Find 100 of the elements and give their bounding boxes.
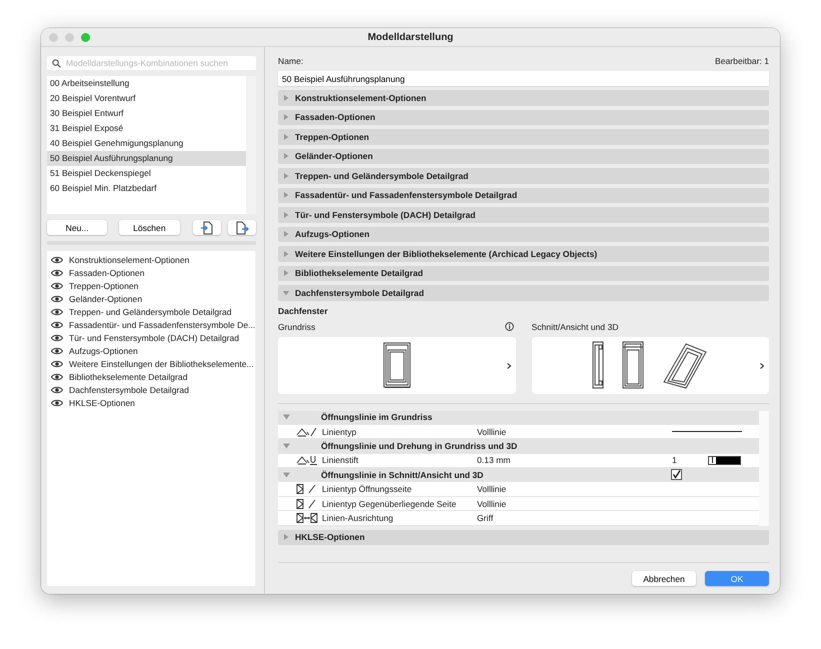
expand-triangle-icon [283, 172, 289, 179]
line-type-preview [672, 431, 742, 432]
pen-swatch[interactable] [708, 456, 741, 465]
option-set-item[interactable]: Dachfenstersymbole Detailgrad [69, 384, 189, 394]
plan-preview-panel[interactable] [278, 336, 516, 394]
option-set-item[interactable]: Fassaden-Optionen [69, 268, 144, 278]
combination-item[interactable]: 51 Beispiel Deckenspiegel [47, 166, 246, 181]
expand-triangle-icon [283, 94, 289, 101]
combination-item[interactable]: 40 Beispiel Genehmigungsplanung [47, 136, 246, 151]
eye-icon[interactable] [51, 320, 63, 328]
list-button[interactable]: Löschen [119, 220, 180, 235]
section-header[interactable]: Tür- und Fenstersymbole (DACH) Detailgrad [278, 207, 769, 222]
expand-triangle-icon [283, 270, 289, 276]
scrollbar-track[interactable] [759, 410, 769, 526]
option-set-item[interactable]: HKLSE-Optionen [69, 398, 135, 408]
parameter-value[interactable]: Volllinie [477, 484, 670, 494]
parameter-value[interactable]: Griff [477, 512, 670, 523]
collapse-triangle-icon [283, 290, 289, 296]
section-header[interactable]: Treppen- und Geländersymbole Detailgrad [278, 168, 769, 184]
cancel-button[interactable]: Abbrechen [632, 571, 696, 586]
opening-side-line-icon [296, 498, 318, 509]
section-header[interactable]: Geländer-Optionen [278, 148, 769, 164]
eye-icon[interactable] [51, 372, 63, 380]
section-header[interactable]: HKLSE-Optionen [278, 530, 769, 546]
option-set-item[interactable]: Weitere Einstellungen der Bibliothekselemente... [69, 358, 254, 368]
option-set-item[interactable]: Bibliothekselemente Detailgrad [69, 372, 188, 382]
scrollbar-track[interactable] [246, 76, 256, 214]
opening-pen-icon [296, 455, 318, 466]
roof-window-elevation-drawing [622, 341, 644, 389]
expand-triangle-icon [283, 250, 289, 257]
combination-item[interactable]: 00 Arbeitseinstellung [47, 76, 246, 91]
eye-icon[interactable] [51, 256, 63, 264]
combination-item[interactable]: 30 Beispiel Entwurf [47, 106, 246, 121]
expand-triangle-icon [283, 192, 289, 198]
section-header[interactable]: Dachfenstersymbole Detailgrad [278, 285, 769, 300]
document-export-icon [234, 220, 249, 234]
parameter-name: Linientyp Gegenüberliegende Seite [322, 498, 458, 509]
combination-item[interactable]: 50 Beispiel Ausführungsplanung [47, 151, 246, 166]
option-set-item[interactable]: Fassadentür- und Fassadenfenstersymbole De... [69, 320, 256, 330]
combination-item[interactable]: 31 Beispiel Exposé [47, 121, 246, 136]
group-title: Öffnungslinie und Drehung in Grundriss und 3D [321, 440, 518, 451]
section-header[interactable]: Aufzugs-Optionen [278, 226, 769, 242]
parameter-value[interactable]: Volllinie [477, 426, 670, 437]
opening-side-line-icon [296, 484, 318, 494]
editable-count: Bearbeitbar: 1 [715, 56, 769, 67]
list-button[interactable]: Neu... [47, 220, 108, 235]
eye-icon[interactable] [51, 398, 63, 406]
expand-triangle-icon [283, 231, 289, 238]
eye-icon[interactable] [51, 294, 63, 302]
chevron-right-icon [760, 362, 764, 368]
group-row[interactable]: Öffnungslinie und Drehung in Grundriss und 3D [278, 439, 759, 454]
option-set-item[interactable]: Treppen-Optionen [69, 280, 138, 290]
import-button[interactable] [192, 220, 221, 235]
pen-number[interactable]: 1 [672, 455, 677, 466]
search-field[interactable]: Modelldarstellungs-Kombinationen suchen [47, 56, 256, 70]
parameter-name: Linienstift [322, 455, 360, 466]
option-set-item[interactable]: Geländer-Optionen [69, 294, 142, 304]
preview-label: Grundriss [278, 322, 316, 332]
opening-line-type-icon [296, 426, 318, 437]
name-label: Name: [278, 56, 304, 67]
group-title: Öffnungslinie in Schnitt/Ansicht und 3D [321, 470, 484, 480]
document-import-icon [200, 220, 214, 234]
expand-triangle-icon [283, 134, 289, 140]
section-preview-panel[interactable] [532, 336, 769, 394]
expand-triangle-icon [283, 534, 289, 540]
expand-triangle-icon [283, 212, 289, 218]
parameter-name: Linientyp [322, 426, 358, 437]
expand-triangle-icon [283, 153, 289, 160]
group-row[interactable]: Öffnungslinie in Schnitt/Ansicht und 3D [278, 468, 759, 482]
section-header[interactable]: Konstruktionselement-Optionen [278, 90, 769, 106]
group-title: Öffnungslinie im Grundriss [321, 412, 432, 422]
eye-icon[interactable] [51, 334, 63, 342]
checkbox[interactable] [671, 469, 682, 480]
group-row[interactable]: Öffnungslinie im Grundriss [278, 410, 759, 425]
option-set-item[interactable]: Tür- und Fenstersymbole (DACH) Detailgrad [69, 332, 240, 342]
eye-icon[interactable] [51, 268, 63, 276]
export-button[interactable] [228, 220, 256, 235]
option-set-item[interactable]: Treppen- und Geländersymbole Detailgrad [69, 306, 232, 316]
eye-icon[interactable] [51, 282, 63, 290]
info-icon[interactable] [504, 322, 514, 331]
eye-icon[interactable] [51, 346, 63, 354]
eye-icon[interactable] [51, 386, 63, 394]
section-header[interactable]: Treppen-Optionen [278, 129, 769, 144]
section-header[interactable]: Bibliothekselemente Detailgrad [278, 266, 769, 281]
combination-item[interactable]: 20 Beispiel Vorentwurf [47, 91, 246, 106]
option-set-item[interactable]: Konstruktionselement-Optionen [69, 254, 190, 264]
section-header[interactable]: Weitere Einstellungen der Bibliothekselemente (Archicad Legacy Objects) [278, 246, 769, 262]
line-alignment-icon [296, 512, 318, 523]
section-header[interactable]: Fassadentür- und Fassadenfenstersymbole Detailgrad [278, 188, 769, 203]
name-field[interactable]: 50 Beispiel Ausführungsplanung [278, 71, 769, 86]
combination-item[interactable]: 60 Beispiel Min. Platzbedarf [47, 181, 246, 196]
section-header[interactable]: Fassaden-Optionen [278, 110, 769, 125]
eye-icon[interactable] [51, 360, 63, 368]
chevron-right-icon [506, 362, 510, 368]
expand-triangle-icon [283, 114, 289, 120]
eye-icon[interactable] [51, 308, 63, 316]
option-set-item[interactable]: Aufzugs-Optionen [69, 346, 138, 356]
parameter-value[interactable]: 0.13 mm [477, 455, 670, 466]
parameter-value[interactable]: Volllinie [477, 498, 670, 509]
subsection-heading: Dachfenster [278, 304, 329, 316]
